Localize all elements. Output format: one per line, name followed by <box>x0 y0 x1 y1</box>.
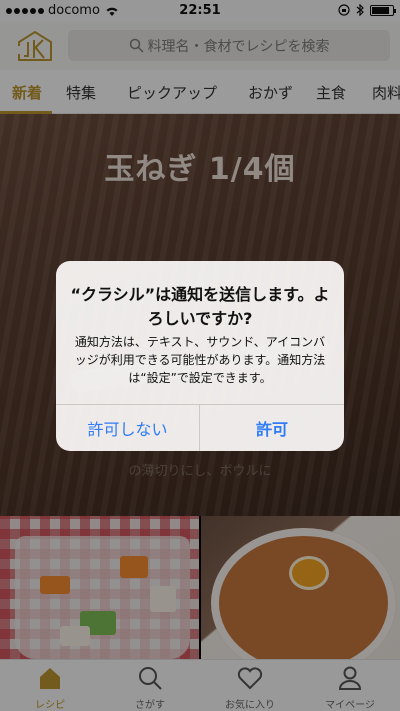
alert-message: 通知方法は、テキスト、サウンド、アイコンバッジが利用できる可能性があります。通知… <box>74 335 326 385</box>
alert-title: “クラシル”は通知を送信します。よろしいですか? <box>70 285 330 328</box>
allow-button[interactable]: 許可 <box>200 404 344 451</box>
notification-permission-alert: “クラシル”は通知を送信します。よろしいですか? 通知方法は、テキスト、サウンド… <box>56 261 344 451</box>
deny-button[interactable]: 許可しない <box>56 404 200 451</box>
